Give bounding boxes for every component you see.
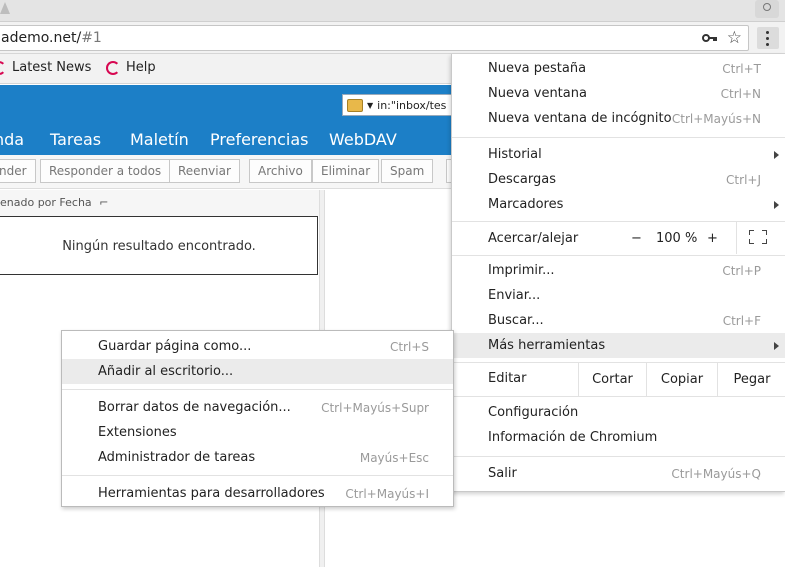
menu-separator xyxy=(452,456,785,457)
submenu-save-page[interactable]: Guardar página como... Ctrl+S xyxy=(62,334,453,359)
submenu-separator xyxy=(62,389,453,390)
submenu-clear-data[interactable]: Borrar datos de navegación... Ctrl+Mayús+… xyxy=(62,395,453,420)
webmail-nav: nda Tareas Maletín Preferencias WebDAV xyxy=(0,125,460,155)
window-top-strip xyxy=(0,0,785,22)
menu-downloads[interactable]: Descargas Ctrl+J xyxy=(452,167,785,192)
menu-print[interactable]: Imprimir... Ctrl+P xyxy=(452,258,785,283)
zoom-out-button[interactable]: − xyxy=(631,231,642,246)
empty-message: Ningún resultado encontrado. xyxy=(62,239,256,254)
bookmark-label: Help xyxy=(126,60,156,75)
chrome-main-menu: Nueva pestaña Ctrl+T Nueva ventana Ctrl+N … xyxy=(451,54,785,492)
delete-button[interactable]: Eliminar xyxy=(312,159,380,183)
spam-button[interactable]: Spam xyxy=(381,159,434,183)
address-bar-area: ademo.net/#1 ☆ xyxy=(0,22,785,54)
submenu-dev-tools[interactable]: Herramientas para desarrolladores Ctrl+Ma… xyxy=(62,481,453,506)
reply-all-button[interactable]: Responder a todos xyxy=(40,159,171,183)
mail-toolbar: nder Responder a todos Reenviar Archivo … xyxy=(0,155,460,189)
menu-find[interactable]: Buscar... Ctrl+F xyxy=(452,308,785,333)
zoom-label: Acercar/alejar xyxy=(488,230,579,246)
url-text: ademo.net/#1 xyxy=(1,30,102,46)
bookmark-help[interactable]: Help xyxy=(106,60,156,75)
archive-button[interactable]: Archivo xyxy=(249,159,312,183)
nav-preferencias[interactable]: Preferencias xyxy=(210,130,309,149)
submenu-extensions[interactable]: Extensiones xyxy=(62,420,453,445)
sort-arrow-icon: ⌐ xyxy=(99,196,109,209)
warning-icon xyxy=(0,2,10,14)
profile-button[interactable] xyxy=(755,0,779,18)
edit-label: Editar xyxy=(488,371,527,386)
folder-icon[interactable] xyxy=(347,98,363,112)
menu-separator xyxy=(452,137,785,138)
omnibox[interactable]: ademo.net/#1 ☆ xyxy=(0,25,749,51)
reply-button[interactable]: nder xyxy=(0,159,36,183)
zoom-divider xyxy=(736,222,737,254)
zoom-level: 100 % xyxy=(656,230,698,246)
menu-cast[interactable]: Enviar... xyxy=(452,283,785,308)
more-tools-submenu: Guardar página como... Ctrl+S Añadir al e… xyxy=(61,330,454,507)
cut-button[interactable]: Cortar xyxy=(578,363,646,396)
chevron-right-icon xyxy=(774,150,779,159)
menu-new-window[interactable]: Nueva ventana Ctrl+N xyxy=(452,81,785,106)
person-icon xyxy=(763,3,771,11)
key-icon[interactable] xyxy=(702,32,718,44)
sort-label: enado por Fecha xyxy=(0,196,92,209)
chevron-down-icon[interactable]: ▼ xyxy=(367,101,373,110)
nav-agenda[interactable]: nda xyxy=(0,130,24,149)
sort-header[interactable]: enado por Fecha ⌐ xyxy=(0,190,320,216)
menu-exit[interactable]: Salir Ctrl+Mayús+Q xyxy=(452,461,785,486)
mail-search-box[interactable]: ▼ in:"inbox/tes xyxy=(342,94,460,116)
bookmark-latest-news[interactable]: Latest News xyxy=(0,60,91,75)
chevron-right-icon xyxy=(774,200,779,209)
star-icon[interactable]: ☆ xyxy=(727,28,742,48)
menu-incognito[interactable]: Nueva ventana de incógnito Ctrl+Mayús+N xyxy=(452,106,785,131)
menu-edit-row: Editar Cortar Copiar Pegar xyxy=(452,363,785,396)
submenu-task-manager[interactable]: Administrador de tareas Mayús+Esc xyxy=(62,445,453,470)
webmail-header: ▼ in:"inbox/tes xyxy=(0,85,460,125)
menu-separator xyxy=(452,255,785,256)
menu-zoom-row: Acercar/alejar − 100 % + xyxy=(452,222,785,254)
forward-button[interactable]: Reenviar xyxy=(169,159,240,183)
nav-webdav[interactable]: WebDAV xyxy=(329,130,397,149)
submenu-separator xyxy=(62,475,453,476)
nav-maletin[interactable]: Maletín xyxy=(130,130,189,149)
menu-about[interactable]: Información de Chromium xyxy=(452,425,785,450)
menu-new-tab[interactable]: Nueva pestaña Ctrl+T xyxy=(452,56,785,81)
debian-swirl-icon xyxy=(106,60,120,75)
menu-more-tools[interactable]: Más herramientas xyxy=(452,333,785,358)
chevron-right-icon xyxy=(774,341,779,350)
menu-bookmarks[interactable]: Marcadores xyxy=(452,192,785,217)
submenu-add-to-desktop[interactable]: Añadir al escritorio... xyxy=(62,359,453,384)
chrome-menu-button[interactable] xyxy=(757,27,779,49)
menu-separator xyxy=(452,396,785,397)
menu-settings[interactable]: Configuración xyxy=(452,400,785,425)
search-query: in:"inbox/tes xyxy=(377,98,447,112)
nav-tareas[interactable]: Tareas xyxy=(50,130,101,149)
paste-button[interactable]: Pegar xyxy=(717,363,785,396)
debian-swirl-icon xyxy=(0,60,6,75)
copy-button[interactable]: Copiar xyxy=(646,363,717,396)
bookmark-label: Latest News xyxy=(12,60,92,75)
zoom-in-button[interactable]: + xyxy=(707,231,718,246)
message-list: Ningún resultado encontrado. xyxy=(0,216,318,275)
fullscreen-icon[interactable] xyxy=(749,230,767,244)
menu-history[interactable]: Historial xyxy=(452,142,785,167)
